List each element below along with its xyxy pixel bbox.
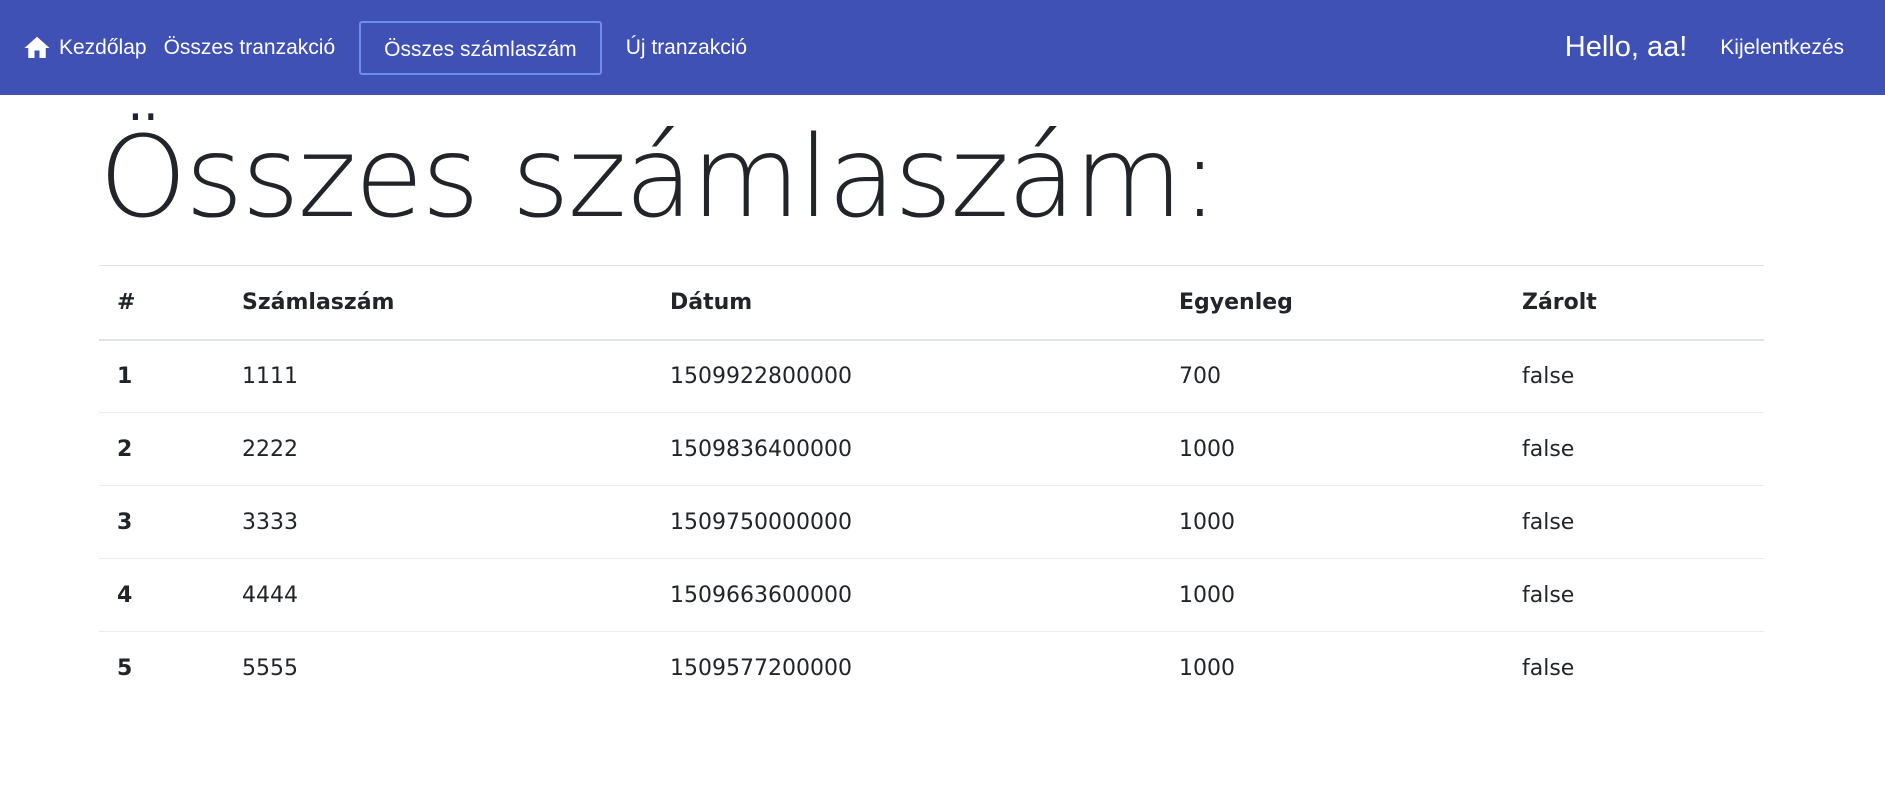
nav-left: Kezdőlap Összes tranzakció Összes számla… xyxy=(0,0,747,95)
cell-locked: false xyxy=(1522,363,1575,389)
cell-date: 1509663600000 xyxy=(652,558,1161,632)
cell-index: 3 xyxy=(99,485,224,559)
table-row: 3 3333 1509750000000 1000 false xyxy=(99,485,1764,559)
header-date: Dátum xyxy=(652,265,1161,341)
cell-index: 1 xyxy=(117,363,133,389)
cell-index: 5 xyxy=(99,631,224,705)
cell-account-number: 3333 xyxy=(224,485,652,559)
page-title: Összes számlaszám: xyxy=(99,113,1219,243)
nav-all-transactions[interactable]: Összes tranzakció xyxy=(164,36,336,60)
home-icon xyxy=(24,36,50,58)
table-row: 4 4444 1509663600000 1000 false xyxy=(99,558,1764,632)
cell-locked: false xyxy=(1504,412,1764,486)
home-link[interactable]: Kezdőlap xyxy=(22,33,147,63)
header-account-number: Számlaszám xyxy=(224,265,652,341)
nav-all-accounts[interactable]: Összes számlaszám xyxy=(359,20,602,75)
nav-new-transaction[interactable]: Új tranzakció xyxy=(626,36,747,60)
home-link-label: Kezdőlap xyxy=(59,35,147,59)
table-header: # Számlaszám Dátum Egyenleg Zárolt xyxy=(99,265,1764,341)
cell-balance: 1000 xyxy=(1161,558,1504,632)
cell-account-number: 1111 xyxy=(242,363,298,389)
cell-account-number: 4444 xyxy=(224,558,652,632)
cell-date: 1509577200000 xyxy=(652,631,1161,705)
header-balance: Egyenleg xyxy=(1161,265,1504,341)
user-greeting: Hello, aa! xyxy=(1564,31,1688,63)
table-row: 1 1111 1509922800000 700 false xyxy=(99,340,1764,413)
cell-index: 2 xyxy=(99,412,224,486)
cell-locked: false xyxy=(1504,558,1764,632)
top-navbar: Kezdőlap Összes tranzakció Összes számla… xyxy=(0,0,1885,95)
accounts-table: # Számlaszám Dátum Egyenleg Zárolt 1 111… xyxy=(99,265,1764,705)
cell-balance: 1000 xyxy=(1161,631,1504,705)
table-body: 1 1111 1509922800000 700 false 2 2222 15… xyxy=(99,340,1764,705)
cell-account-number: 2222 xyxy=(224,412,652,486)
header-locked: Zárolt xyxy=(1504,265,1764,341)
table-header-row: # Számlaszám Dátum Egyenleg Zárolt xyxy=(99,265,1764,341)
cell-account-number: 5555 xyxy=(224,631,652,705)
cell-balance: 1000 xyxy=(1161,412,1504,486)
table-row: 2 2222 1509836400000 1000 false xyxy=(99,412,1764,486)
nav-right: Hello, aa! Kijelentkezés xyxy=(1565,31,1844,64)
cell-balance: 1000 xyxy=(1161,485,1504,559)
cell-date: 1509922800000 xyxy=(670,363,852,389)
cell-balance: 700 xyxy=(1179,363,1221,389)
cell-date: 1509750000000 xyxy=(652,485,1161,559)
cell-date: 1509836400000 xyxy=(652,412,1161,486)
cell-index: 4 xyxy=(99,558,224,632)
cell-locked: false xyxy=(1504,485,1764,559)
logout-link[interactable]: Kijelentkezés xyxy=(1720,36,1844,60)
header-index: # xyxy=(99,265,224,341)
table-row: 5 5555 1509577200000 1000 false xyxy=(99,631,1764,705)
cell-locked: false xyxy=(1504,631,1764,705)
